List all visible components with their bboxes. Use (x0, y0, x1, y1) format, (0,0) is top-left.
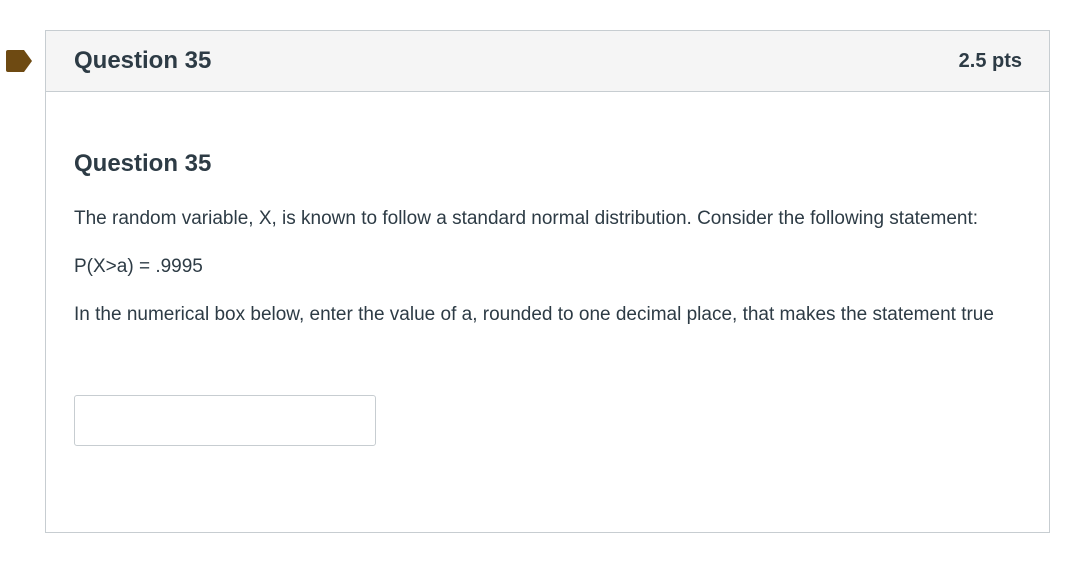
flag-question-icon[interactable] (5, 49, 33, 73)
question-body-title: Question 35 (74, 150, 212, 177)
question-text: The random variable, X, is known to foll… (74, 208, 979, 229)
question-body: Question 35 The random variable, X, is k… (46, 92, 1049, 446)
probability-statement: P(X>a) = .9995 (74, 256, 203, 277)
question-header: Question 35 2.5 pts (46, 31, 1049, 92)
numerical-answer-input[interactable] (74, 395, 376, 446)
answer-instructions: In the numerical box below, enter the va… (74, 304, 994, 325)
question-points: 2.5 pts (958, 49, 1022, 72)
question-header-title: Question 35 (74, 47, 212, 74)
question-card: Question 35 2.5 pts Question 35 The rand… (45, 30, 1050, 533)
